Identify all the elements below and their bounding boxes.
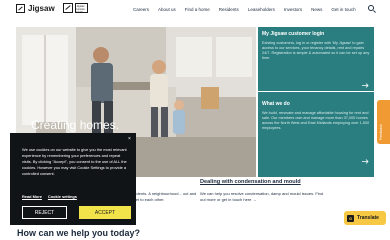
what-we-do-heading: What we do [262,101,290,107]
nav-item-about-us[interactable]: About us [158,7,176,12]
hero-title: Creating homes. [31,118,120,132]
login-heading: My Jigsaw customer login [262,31,325,37]
translate-icon: G [347,214,354,222]
close-icon[interactable]: × [128,136,131,142]
panel-divider [258,91,374,92]
reject-button[interactable]: REJECT [22,206,67,219]
login-text: Existing customers, log in or register w… [262,41,370,60]
community-text: residents. A neighbourhood... out and gr… [130,191,197,202]
translate-button[interactable]: G Translate [344,211,386,225]
cookie-settings-link[interactable]: Cookie settings [48,194,77,199]
main-nav: Careers About us Find a home Residents L… [133,7,356,12]
what-we-do-text: We build, renovate and manage affordable… [262,111,370,130]
logo-text: Jigsaw [28,4,55,13]
jigsaw-logo[interactable]: Jigsaw [16,4,55,13]
search-icon[interactable] [368,5,374,11]
login-arrow-icon[interactable] [362,83,369,88]
read-more-link[interactable]: Read More [22,194,42,199]
condensation-text: We can help you resolve condensation, da… [200,191,324,202]
nav-item-leaseholders[interactable]: Leaseholders [248,7,275,12]
jigsaw-homes-north-logo[interactable]: Jigsaw Homes North [63,3,88,14]
nav-item-investors[interactable]: Investors [284,7,302,12]
what-we-do-arrow-icon[interactable] [362,159,369,164]
condensation-link[interactable]: Dealing with condensation and mould [200,179,301,185]
login-block[interactable]: My Jigsaw customer login Existing custom… [262,31,370,61]
nav-item-careers[interactable]: Careers [133,7,149,12]
site-header: Jigsaw Jigsaw Homes North Careers About … [0,0,390,22]
nav-item-find-a-home[interactable]: Find a home [185,7,210,12]
what-we-do-block[interactable]: What we do We build, renovate and manage… [262,101,370,131]
nav-item-residents[interactable]: Residents [219,7,239,12]
nav-item-get-in-touch[interactable]: Get in touch [331,7,355,12]
nav-item-news[interactable]: News [311,7,322,12]
feedback-label: Feedback [379,124,383,140]
accept-button[interactable]: ACCEPT [79,206,131,219]
cookie-banner: × We use cookies on our website to give … [10,133,136,225]
customer-panel: My Jigsaw customer login Existing custom… [258,27,374,177]
help-heading: How can we help you today? [17,228,141,238]
translate-label: Translate [357,215,379,221]
jigsaw-logo-icon [16,4,25,13]
feedback-tab[interactable]: Feedback [377,100,390,144]
jigsaw-homes-north-logo-icon [63,3,73,13]
cookie-links: Read More Cookie settings [22,194,77,199]
sublogo-text: Jigsaw Homes North [75,3,88,14]
cookie-text: We use cookies on our website to give yo… [22,147,127,176]
